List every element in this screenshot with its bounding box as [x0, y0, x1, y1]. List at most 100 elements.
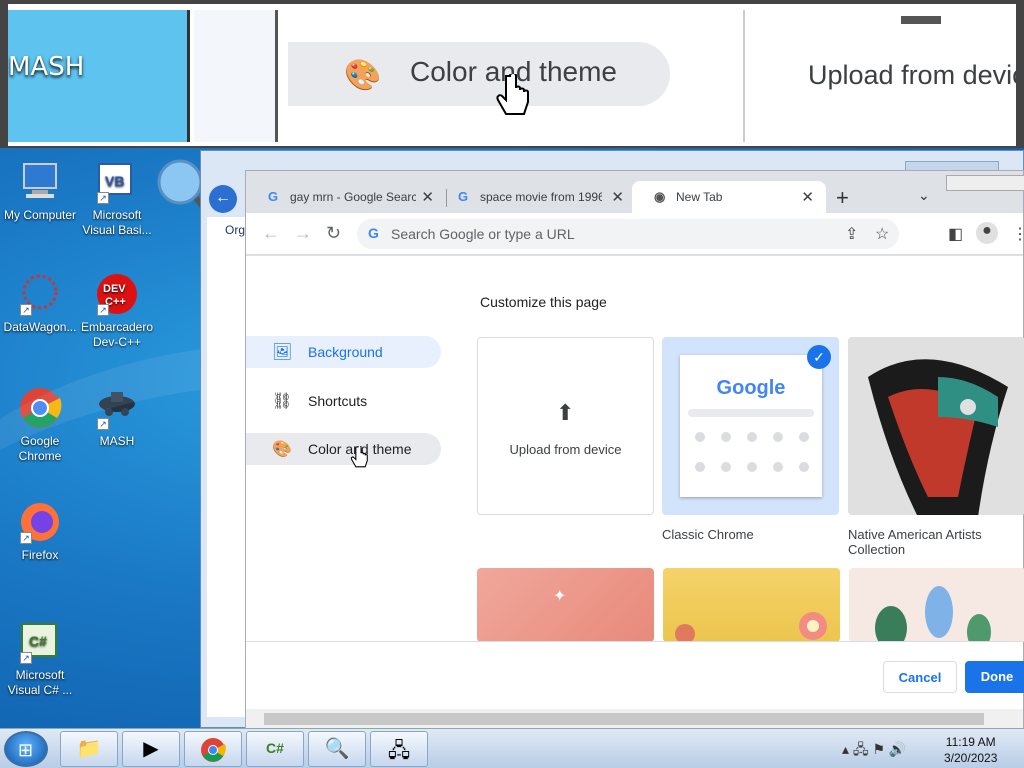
magnified-explorer — [194, 10, 278, 142]
preview-shortcuts — [695, 432, 809, 472]
toolbar: ← → ↻ G Search Google or type a URL ⇪ ☆ … — [246, 213, 1024, 255]
desktop-icon-label: Microsoft Visual C# ... — [7, 668, 73, 697]
share-icon[interactable]: ⇪ — [845, 224, 858, 244]
menu-kebab-icon[interactable]: ⋮ — [1012, 224, 1024, 244]
menu-item-background[interactable]: 🖼 Background — [246, 336, 441, 368]
desktop-icon-datawagon[interactable]: ↗ DataWagon... — [0, 272, 80, 335]
shortcut-arrow-icon: ↗ — [97, 418, 109, 430]
taskbar-explorer[interactable]: 📁 — [60, 731, 118, 767]
google-favicon-icon: G — [268, 189, 279, 204]
shortcut-arrow-icon: ↗ — [97, 304, 109, 316]
windows-logo-icon: ⊞ — [18, 740, 34, 760]
customize-dialog: Customize this page 🖼 Background ⛓ Short… — [246, 256, 1024, 706]
desktop-icon-label: Microsoft Visual Basi... — [82, 208, 152, 237]
start-button[interactable]: ⊞ — [4, 731, 48, 767]
tab-google-search[interactable]: G gay mrn - Google Searc ✕ — [246, 181, 446, 213]
magnified-upload-icon — [901, 16, 941, 24]
firefox-icon: ↗ — [18, 500, 62, 544]
hand-cursor-icon — [350, 446, 368, 468]
close-icon[interactable]: ✕ — [611, 188, 624, 206]
close-icon[interactable]: ✕ — [801, 188, 814, 206]
desktop-icon-label: DataWagon... — [3, 320, 77, 334]
upload-icon: ⬆ — [556, 400, 575, 425]
taskbar-chrome[interactable] — [184, 731, 242, 767]
google-g-icon: G — [368, 225, 379, 241]
window-controls[interactable] — [946, 175, 1024, 191]
desktop-icon-visual-csharp[interactable]: C# ↗ Microsoft Visual C# ... — [0, 620, 80, 698]
tab-title: New Tab — [676, 190, 723, 204]
tile-native-american-artists[interactable] — [848, 337, 1024, 515]
classic-chrome-preview: Google — [680, 355, 822, 497]
upload-label: Upload from device — [509, 442, 622, 457]
tab-title: gay mrn - Google Searc — [290, 190, 416, 204]
palette-icon: 🎨 — [272, 441, 292, 458]
shortcut-arrow-icon: ↗ — [97, 192, 109, 204]
omnibox-placeholder: Search Google or type a URL — [391, 226, 575, 242]
svg-text:DEV: DEV — [103, 283, 126, 295]
tile-upload-from-device[interactable]: ⬆ Upload from device — [477, 337, 654, 515]
clock[interactable]: 11:19 AM 3/20/2023 — [944, 734, 997, 766]
tab-space-movie[interactable]: G space movie from 1996 ✕ — [436, 181, 636, 213]
magnified-mash-label: MASH — [8, 52, 85, 82]
visual-basic-icon: VB ↗ — [95, 160, 139, 204]
svg-text:VB: VB — [105, 173, 124, 189]
dialog-footer: Cancel Done — [246, 641, 1024, 709]
side-panel-icon[interactable]: ◧ — [948, 224, 963, 244]
scrollbar-thumb[interactable] — [264, 713, 984, 725]
svg-text:C#: C# — [29, 633, 47, 649]
done-button[interactable]: Done — [965, 661, 1024, 693]
tab-new-tab[interactable]: ◉ New Tab ✕ — [632, 181, 826, 213]
tile-background-leaves[interactable] — [849, 568, 1024, 642]
chrome-favicon-icon: ◉ — [654, 189, 666, 204]
desktop-icon-firefox[interactable]: ↗ Firefox — [0, 500, 80, 563]
network-icon: 🖧 — [387, 740, 411, 762]
leaves-thumbnail — [875, 586, 991, 642]
google-logo: Google — [716, 377, 786, 399]
taskbar: ⊞ 📁 ▶ C# 🔍 🖧 ▴ 🖧 ⚑ 🔊 11:19 AM 3/20/2023 — [0, 728, 1024, 768]
omnibox[interactable]: G Search Google or type a URL ⇪ ☆ — [357, 219, 899, 249]
magnifier-view: MASH 🎨 Color and theme Upload from devic… — [0, 0, 1024, 150]
tile-background-flowers[interactable] — [663, 568, 840, 642]
back-arrow-icon[interactable]: ← — [209, 185, 237, 213]
new-tab-button[interactable]: + — [836, 185, 849, 211]
magnified-upload-label: Upload from device — [808, 60, 1024, 90]
profile-avatar-icon[interactable]: ● — [976, 222, 998, 244]
desktop-icon-my-computer[interactable]: My Computer — [0, 160, 80, 223]
desktop-icon-dev-cpp[interactable]: DEV C++ ↗ Embarcadero Dev-C++ — [77, 272, 157, 350]
volume-icon[interactable]: 🔊 — [889, 741, 906, 757]
tile-label-classic-chrome: Classic Chrome — [662, 527, 754, 542]
cancel-button[interactable]: Cancel — [883, 661, 957, 693]
preview-searchbar — [688, 409, 814, 417]
tray-expand-icon[interactable]: ▴ — [842, 741, 849, 757]
action-center-icon[interactable]: ⚑ — [872, 741, 885, 757]
explorer-nav-pane — [207, 217, 249, 717]
menu-item-color-and-theme[interactable]: 🎨 Color and theme — [246, 433, 441, 465]
desktop-icon-visual-basic[interactable]: VB ↗ Microsoft Visual Basi... — [77, 160, 157, 238]
bookmark-star-icon[interactable]: ☆ — [875, 224, 889, 244]
system-tray[interactable]: ▴ 🖧 ⚑ 🔊 — [842, 739, 906, 763]
taskbar-visual-csharp[interactable]: C# — [246, 731, 304, 767]
shortcut-arrow-icon: ↗ — [20, 532, 32, 544]
back-arrow-icon[interactable]: ← — [262, 223, 280, 244]
tab-search-chevron-icon[interactable]: ⌄ — [918, 187, 930, 204]
clock-time: 11:19 AM — [945, 735, 996, 749]
shortcut-arrow-icon: ↗ — [20, 304, 32, 316]
taskbar-network-app[interactable]: 🖧 — [370, 731, 428, 767]
horizontal-scrollbar[interactable] — [246, 709, 1023, 729]
tile-classic-chrome[interactable]: Google ✓ — [662, 337, 839, 515]
close-icon[interactable]: ✕ — [421, 188, 434, 206]
network-status-icon[interactable]: 🖧 — [853, 741, 869, 757]
clock-date: 3/20/2023 — [944, 751, 998, 765]
taskbar-media-player[interactable]: ▶ — [122, 731, 180, 767]
folder-icon: 📁 — [76, 738, 102, 760]
palette-icon: 🎨 — [344, 59, 382, 92]
tile-background-coral[interactable]: ✦ — [477, 568, 654, 642]
reload-icon[interactable]: ↻ — [326, 223, 341, 244]
menu-item-shortcuts[interactable]: ⛓ Shortcuts — [246, 385, 441, 417]
flowers-thumbnail — [675, 612, 827, 642]
forward-arrow-icon[interactable]: → — [294, 223, 312, 244]
desktop-icon-mash[interactable]: ↗ MASH — [77, 386, 157, 449]
organize-menu[interactable]: Org — [225, 223, 245, 237]
desktop-icon-chrome[interactable]: Google Chrome — [0, 386, 80, 464]
taskbar-magnifier[interactable]: 🔍 — [308, 731, 366, 767]
